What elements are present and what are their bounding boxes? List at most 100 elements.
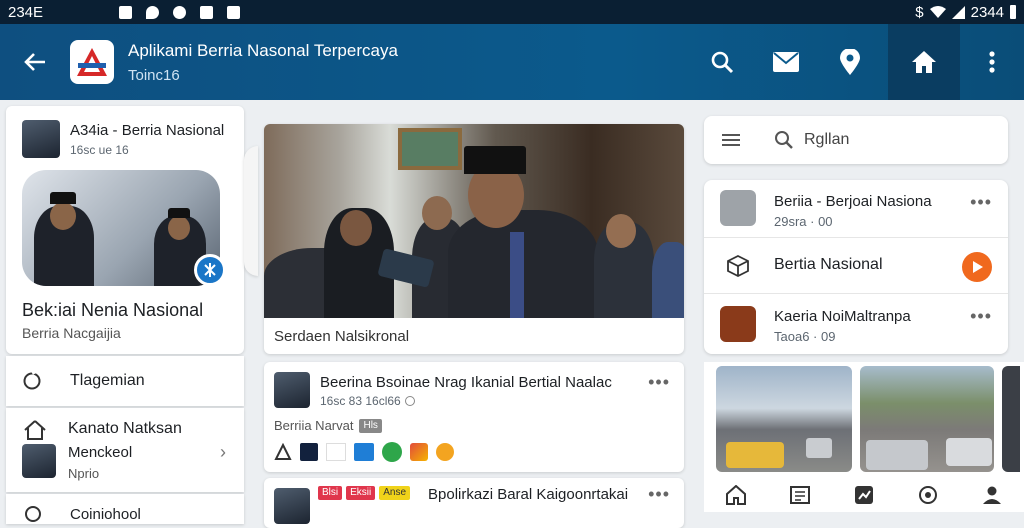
play-icon (973, 261, 983, 273)
colorful-app-icon[interactable] (410, 443, 428, 461)
location-pin-icon (840, 49, 860, 75)
signal-icon (951, 5, 965, 19)
right-item-meta: Taoa6 · 09 (774, 329, 836, 344)
app-subtitle: Toinc16 (128, 66, 180, 84)
kebab-menu-icon (989, 51, 995, 73)
status-bar: 234E $ 2344 (0, 0, 1024, 24)
street-thumbnail-1[interactable] (716, 366, 852, 472)
location-button[interactable] (818, 24, 882, 100)
post-card[interactable]: Beerina Bsoinae Nrag Ikanial Bertial Naa… (264, 362, 684, 472)
search-bar[interactable]: Rgllan (704, 116, 1008, 164)
news-logo-icon (720, 306, 756, 342)
street-thumbnail-2[interactable] (860, 366, 994, 472)
left-card-image (22, 170, 220, 286)
post-title: Beerina Bsoinae Nrag Ikanial Bertial Naa… (320, 374, 612, 391)
hamburger-menu-icon[interactable] (722, 133, 740, 147)
right-item-more-button[interactable]: ••• (970, 306, 992, 327)
tag-2: Eksii (346, 486, 376, 500)
home-icon (912, 51, 936, 73)
clock-icon (25, 506, 41, 522)
shield-icon (146, 5, 160, 19)
menu-label: Coiniohool (70, 505, 141, 523)
post2-more-button[interactable]: ••• (648, 484, 670, 505)
menu-item-coiniohool[interactable]: Coiniohool (6, 494, 244, 524)
main-feature-caption: Serdaen Nalsikronal (274, 328, 410, 345)
right-item-meta: 29sra · 00 (774, 214, 833, 229)
app-logo (70, 40, 114, 84)
nav-newspaper-icon[interactable] (790, 485, 810, 505)
blue-app-icon[interactable] (354, 443, 374, 461)
right-news-list: Beriia - Berjoai Nasiona 29sra · 00 ••• … (704, 180, 1008, 354)
dollar-icon: $ (915, 3, 924, 21)
nav-profile-icon[interactable] (982, 485, 1002, 505)
tag-3: Anse (379, 486, 411, 500)
home-outline-icon (24, 420, 46, 440)
chevron-right-icon: › (220, 442, 226, 462)
mail-button[interactable] (754, 24, 818, 100)
refresh-icon (23, 371, 41, 390)
right-item-more-button[interactable]: ••• (970, 192, 992, 213)
menu-item-line3: Nprio (68, 466, 100, 481)
mail-notification-icon (200, 5, 214, 19)
menu-label: Tlagemian (70, 372, 145, 389)
author-avatar (22, 120, 60, 158)
globe-icon (404, 396, 415, 406)
share-fab[interactable] (194, 254, 226, 286)
play-button[interactable] (962, 252, 992, 282)
right-list-item[interactable]: Beriia - Berjoai Nasiona 29sra · 00 ••• (704, 180, 1008, 238)
more-options-button[interactable] (960, 24, 1024, 100)
menu-item-kanato[interactable]: Kanato Natksan Menckeol Nprio › (6, 408, 244, 492)
right-list-item[interactable]: Kaeria NoiMaltranpa Taoa6 · 09 ••• (704, 294, 1008, 354)
post-more-button[interactable]: ••• (648, 372, 670, 393)
author-name: A34ia - Berria Nasional (70, 121, 225, 139)
left-card-subline: Berria Nacgaijia (22, 325, 121, 341)
bottom-navigation (704, 478, 1024, 512)
thumbnail-strip (704, 362, 1024, 478)
app-bar: Aplikami Berria Nasonal Terpercaya Toinc… (0, 24, 1024, 100)
user-avatar-icon (720, 190, 756, 226)
gallery-icon (119, 5, 133, 19)
placeholder-icon[interactable] (326, 443, 346, 461)
post-avatar (274, 372, 310, 408)
cube-icon (727, 254, 749, 278)
menu-item-line1: Kanato Natksan (68, 420, 182, 437)
app-title: Aplikami Berria Nasonal Terpercaya (128, 40, 398, 60)
post-source: Berriia Narvat (274, 418, 354, 433)
nav-trending-icon[interactable] (854, 485, 874, 505)
search-icon (711, 51, 734, 74)
search-button[interactable] (690, 24, 754, 100)
post-meta: 16sc ue 16 (70, 142, 129, 157)
post-meta: 16sc 83 16cl66 (320, 394, 401, 408)
main-feature-card[interactable]: Serdaen Nalsikronal (264, 124, 684, 354)
glove-emoji-icon[interactable] (274, 442, 292, 461)
home-button[interactable] (888, 24, 960, 100)
left-news-card[interactable]: A34ia - Berria Nasional 16sc ue 16 Bek:i… (6, 106, 244, 354)
back-button[interactable] (0, 52, 70, 72)
post-card-2[interactable]: Blsi Eksii Anse Bpolirkazi Baral Kaigoon… (264, 478, 684, 528)
chrome-icon (173, 5, 187, 19)
menu-item-tlagemian[interactable]: Tlagemian (6, 356, 244, 406)
app-notification-icon (227, 5, 241, 19)
battery-icon (1010, 5, 1016, 19)
thumbnail-peek (1002, 366, 1020, 472)
next-card-peek (244, 146, 258, 276)
search-input[interactable]: Rgllan (804, 131, 849, 149)
right-list-item[interactable]: Bertia Nasional (704, 238, 1008, 294)
yellow-app-icon[interactable] (436, 443, 454, 461)
post-badge: Hls (359, 418, 382, 433)
status-time-right: 2344 (970, 3, 1004, 21)
post2-avatar (274, 488, 310, 524)
nav-video-icon[interactable] (918, 485, 938, 505)
green-app-icon[interactable] (382, 442, 402, 462)
flag-icon[interactable] (300, 443, 318, 461)
share-icon (204, 263, 216, 277)
arrow-left-icon (24, 53, 45, 71)
nav-home-icon[interactable] (726, 485, 746, 505)
post2-title: Bpolirkazi Baral Kaigoonrtakai (428, 486, 629, 503)
menu-avatar (22, 444, 56, 478)
right-item-title: Kaeria NoiMaltranpa (774, 308, 911, 325)
left-card-headline: Bek:iai Nenia Nasional (22, 300, 204, 320)
search-icon (775, 131, 793, 149)
status-time-left: 234E (8, 3, 44, 21)
mail-icon (773, 52, 799, 72)
